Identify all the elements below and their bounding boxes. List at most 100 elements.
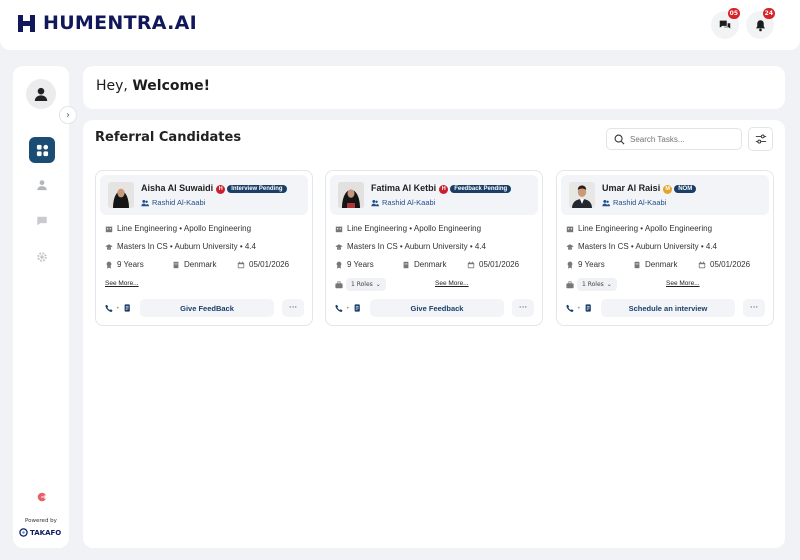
building-icon (634, 261, 640, 268)
candidate-photo-image (338, 182, 364, 208)
education-line: Masters In CS • Auburn University • 4.4 (347, 242, 486, 251)
building-icon (173, 261, 179, 268)
company-line: Line Engineering • Apollo Engineering (347, 224, 482, 233)
see-more-link[interactable]: See More... (435, 280, 469, 287)
education-icon (335, 243, 343, 250)
messages-badge: 05 (727, 8, 740, 19)
sidebar-item-settings[interactable] (29, 244, 55, 270)
referrer[interactable]: Rashid Al-Kaabi (371, 198, 435, 207)
candidate-rating-badge: H (439, 185, 449, 194)
powered-by-logo: TAKAFO (19, 528, 61, 537)
message-icon (37, 216, 47, 226)
phone-icon[interactable] (566, 304, 574, 312)
briefcase-icon (566, 281, 574, 289)
sidebar-toggle-button[interactable]: › (59, 106, 77, 124)
education-row: Masters In CS • Auburn University • 4.4 (105, 242, 256, 251)
phone-icon[interactable] (105, 304, 113, 312)
logo-text: HUMENTRA.AI (43, 12, 198, 34)
education-row: Masters In CS • Auburn University • 4.4 (335, 242, 486, 251)
candidate-name-row: Aisha Al Suwaidi H Interview Pending (141, 183, 287, 194)
company-line: Line Engineering • Apollo Engineering (578, 224, 713, 233)
location-value: Denmark (645, 260, 678, 269)
messages-button[interactable]: 05 (711, 8, 740, 39)
candidate-rating-badge: M (663, 185, 673, 194)
logo-mark-icon (18, 14, 35, 32)
education-line: Masters In CS • Auburn University • 4.4 (117, 242, 256, 251)
search-icon (614, 134, 625, 144)
more-dots-icon: ··· (749, 303, 759, 313)
profile-avatar[interactable] (26, 79, 56, 109)
document-icon[interactable] (353, 304, 361, 312)
search-input[interactable] (630, 134, 730, 144)
give-feedback-button[interactable]: Give FeedBack (140, 299, 274, 317)
candidate-name-row: Fatima Al Ketbi H Feedback Pending (371, 183, 512, 194)
gear-icon (37, 252, 47, 262)
user-icon (34, 87, 48, 101)
sidebar-item-dashboard[interactable] (29, 137, 55, 163)
location: Denmark (633, 260, 677, 269)
status-badge: NOM (674, 185, 697, 193)
more-options-button[interactable]: ··· (282, 299, 304, 317)
date-value: 05/01/2026 (479, 260, 520, 269)
candidate-card[interactable]: Fatima Al Ketbi H Feedback Pending Rashid … (325, 170, 543, 326)
welcome-greeting: Hey, (96, 78, 128, 94)
sidebar: Powered by TAKAFO (13, 66, 69, 548)
date-value: 05/01/2026 (710, 260, 751, 269)
document-icon[interactable] (584, 304, 592, 312)
notifications-button[interactable]: 24 (746, 8, 775, 39)
candidate-rating-badge: H (216, 185, 226, 194)
filter-button[interactable] (748, 127, 773, 151)
date: 05/01/2026 (237, 260, 289, 269)
date: 05/01/2026 (467, 260, 519, 269)
chevron-down-icon: ⌄ (375, 281, 381, 288)
top-header: HUMENTRA.AI 05 24 (0, 0, 800, 50)
roles-dropdown[interactable]: 1 Roles ⌄ (346, 278, 386, 291)
company-line: Line Engineering • Apollo Engineering (117, 224, 252, 233)
sidebar-item-messages[interactable] (29, 208, 55, 234)
referrer[interactable]: Rashid Al-Kaabi (141, 198, 205, 207)
experience-value: 9 Years (347, 260, 374, 269)
roles-value: 1 Roles (582, 281, 604, 288)
building-icon (105, 226, 113, 232)
see-more-link[interactable]: See More... (105, 280, 139, 287)
phone-icon[interactable] (335, 304, 343, 312)
date: 05/01/2026 (698, 260, 750, 269)
document-icon[interactable] (123, 304, 131, 312)
location-value: Denmark (184, 260, 217, 269)
building-icon (335, 226, 343, 232)
search-box (606, 128, 742, 150)
location-value: Denmark (414, 260, 447, 269)
roles-value: 1 Roles (351, 281, 373, 288)
location: Denmark (402, 260, 446, 269)
users-icon (141, 199, 149, 206)
calendar-icon (467, 261, 475, 268)
give-feedback-button[interactable]: Give Feedback (370, 299, 504, 317)
calendar-icon (698, 261, 706, 268)
date-value: 05/01/2026 (249, 260, 290, 269)
referrer[interactable]: Rashid Al-Kaabi (602, 198, 666, 207)
candidate-card[interactable]: Aisha Al Suwaidi H Interview Pending Rashi… (95, 170, 313, 326)
chevron-right-icon: › (66, 109, 70, 121)
candidate-card-header: Umar Al Raisi M NOM Rashid Al-Kaabi (561, 175, 769, 215)
company-row: Line Engineering • Apollo Engineering (566, 224, 712, 233)
candidate-card[interactable]: Umar Al Raisi M NOM Rashid Al-Kaabi Line E… (556, 170, 774, 326)
more-options-button[interactable]: ··· (512, 299, 534, 317)
powered-by-label: Powered by (25, 518, 57, 524)
app-logo[interactable]: HUMENTRA.AI (18, 12, 197, 34)
candidate-photo-image (569, 182, 595, 208)
see-more-link[interactable]: See More... (666, 280, 700, 287)
candidate-photo (108, 182, 134, 208)
sidebar-item-users[interactable] (29, 172, 55, 198)
candidate-name: Umar Al Raisi (602, 183, 661, 193)
education-line: Masters In CS • Auburn University • 4.4 (578, 242, 717, 251)
chat-icon (719, 20, 731, 29)
candidate-card-header: Fatima Al Ketbi H Feedback Pending Rashid … (330, 175, 538, 215)
roles-dropdown[interactable]: 1 Roles ⌄ (577, 278, 617, 291)
more-options-button[interactable]: ··· (743, 299, 765, 317)
status-badge: Interview Pending (227, 185, 287, 193)
experience: 9 Years (566, 260, 605, 269)
education-icon (566, 243, 574, 250)
welcome-banner: Hey, Welcome! (83, 66, 785, 109)
logout-button[interactable] (29, 484, 55, 510)
schedule-interview-button[interactable]: Schedule an interview (601, 299, 735, 317)
